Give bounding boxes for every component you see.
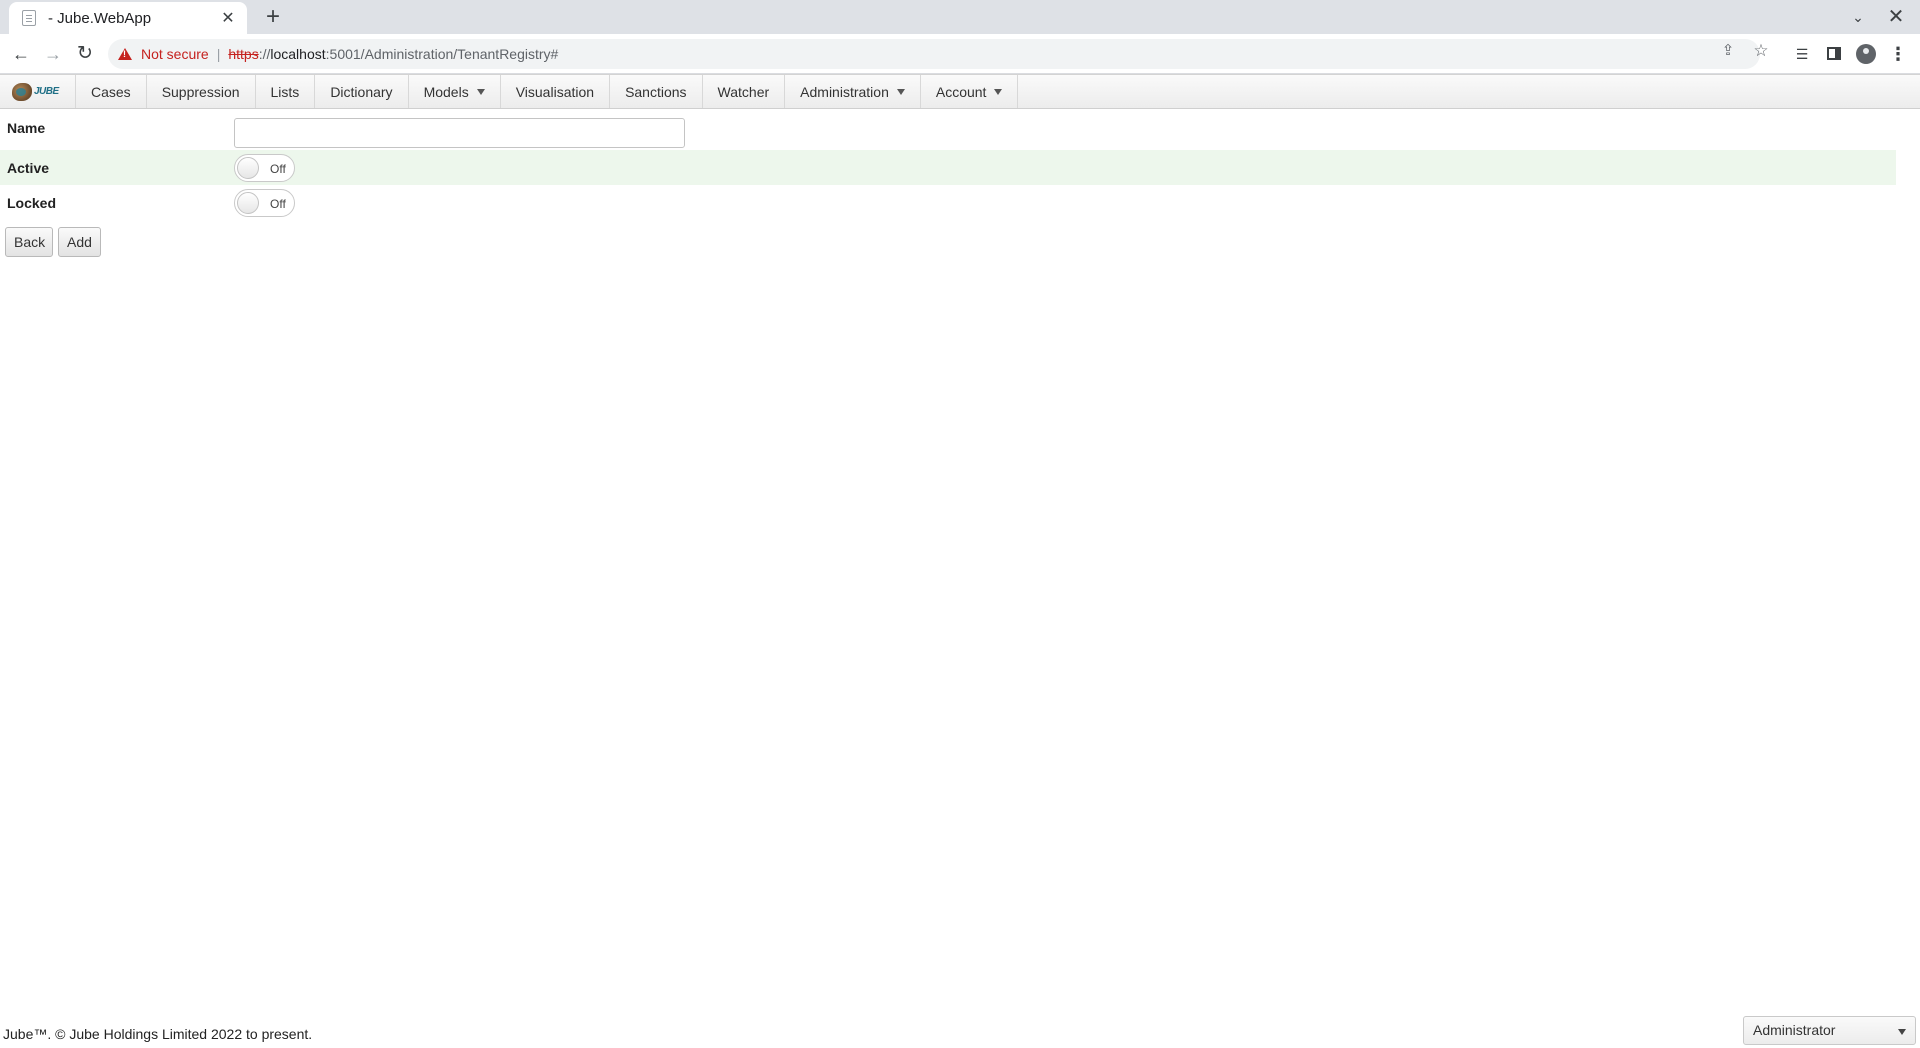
nav-item-label: Suppression <box>161 83 240 100</box>
nav-item-cases[interactable]: Cases <box>76 75 147 108</box>
nav-item-label: Watcher <box>717 83 770 100</box>
locked-label: Locked <box>7 194 57 211</box>
nav-item-label: Visualisation <box>515 83 595 100</box>
nav-item-sanctions[interactable]: Sanctions <box>610 75 703 108</box>
role-select[interactable]: Administrator <box>1743 1016 1916 1045</box>
active-label: Active <box>7 159 50 176</box>
active-row: Active Off <box>0 150 1896 185</box>
toggle-knob <box>237 157 259 179</box>
locked-toggle[interactable]: Off <box>234 189 295 217</box>
nav-item-label: Administration <box>800 83 889 100</box>
add-button[interactable]: Add <box>58 227 101 257</box>
name-label: Name <box>7 120 46 136</box>
omnibox-separator: | <box>216 46 221 62</box>
reading-list-icon[interactable]: ☰ <box>1790 42 1814 66</box>
role-select-value: Administrator <box>1753 1022 1836 1038</box>
dropdown-caret-icon <box>896 88 905 95</box>
nav-item-watcher[interactable]: Watcher <box>703 75 786 108</box>
nav-item-suppression[interactable]: Suppression <box>147 75 256 108</box>
url-host: localhost <box>270 46 326 62</box>
nav-item-dictionary[interactable]: Dictionary <box>315 75 409 108</box>
nav-item-label: Sanctions <box>625 83 687 100</box>
app-navbar: JUBE Cases Suppression Lists Dictionary … <box>0 74 1920 109</box>
browser-menu-icon[interactable]: ⋮ <box>1886 42 1910 66</box>
footer-copyright: Jube™. © Jube Holdings Limited 2022 to p… <box>3 1026 313 1042</box>
nav-item-account[interactable]: Account <box>921 75 1019 108</box>
page-favicon-icon <box>22 10 36 26</box>
address-bar[interactable]: Not secure | https://localhost:5001/Admi… <box>108 39 1760 69</box>
url-scheme-separator: :// <box>258 46 271 62</box>
bookmark-star-icon[interactable]: ☆ <box>1749 39 1773 63</box>
dropdown-caret-icon <box>994 88 1003 95</box>
locked-row: Locked Off <box>0 185 1896 220</box>
reload-icon[interactable]: ↻ <box>70 40 100 68</box>
tab-close-icon[interactable]: ✕ <box>219 8 237 28</box>
warning-icon <box>118 48 132 60</box>
profile-avatar-icon[interactable] <box>1854 42 1878 66</box>
nav-item-label: Account <box>935 83 987 100</box>
url-path: :5001/Administration/TenantRegistry# <box>325 46 559 62</box>
nav-item-lists[interactable]: Lists <box>256 75 316 108</box>
jube-logo[interactable]: JUBE <box>0 75 76 108</box>
window-close-icon[interactable]: ✕ <box>1881 4 1911 30</box>
forward-arrow-icon[interactable]: → <box>38 40 68 68</box>
tab-search-chevron-icon[interactable]: ⌄ <box>1843 4 1873 30</box>
tab-title: - Jube.WebApp <box>48 9 152 27</box>
jube-logo-mark-icon <box>12 82 32 101</box>
side-panel-icon[interactable] <box>1822 42 1846 66</box>
dropdown-caret-icon <box>476 88 485 95</box>
browser-tab[interactable]: - Jube.WebApp ✕ <box>9 2 247 34</box>
nav-item-label: Cases <box>91 83 131 100</box>
share-icon[interactable]: ⇪ <box>1716 39 1740 63</box>
back-button[interactable]: Back <box>5 227 53 257</box>
nav-item-label: Lists <box>270 83 300 100</box>
chevron-down-icon <box>1898 1029 1906 1035</box>
back-arrow-icon[interactable]: ← <box>6 40 36 68</box>
toggle-knob <box>237 192 259 214</box>
nav-item-models[interactable]: Models <box>409 75 501 108</box>
nav-item-visualisation[interactable]: Visualisation <box>501 75 611 108</box>
name-input[interactable] <box>234 118 685 148</box>
new-tab-button[interactable]: + <box>259 4 287 32</box>
nav-item-label: Dictionary <box>330 83 393 100</box>
active-toggle-state: Off <box>270 162 286 176</box>
security-status[interactable]: Not secure <box>141 46 209 62</box>
nav-item-administration[interactable]: Administration <box>785 75 921 108</box>
browser-toolbar: ← → ↻ Not secure | https://localhost:500… <box>0 34 1920 74</box>
active-toggle[interactable]: Off <box>234 154 295 182</box>
url-scheme: https <box>228 46 259 62</box>
locked-toggle-state: Off <box>270 197 286 211</box>
name-row: Name <box>0 114 1896 150</box>
browser-tabstrip: - Jube.WebApp ✕ + ⌄ ✕ <box>0 0 1920 34</box>
nav-item-label: Models <box>423 83 469 100</box>
logo-text: JUBE <box>34 86 59 97</box>
